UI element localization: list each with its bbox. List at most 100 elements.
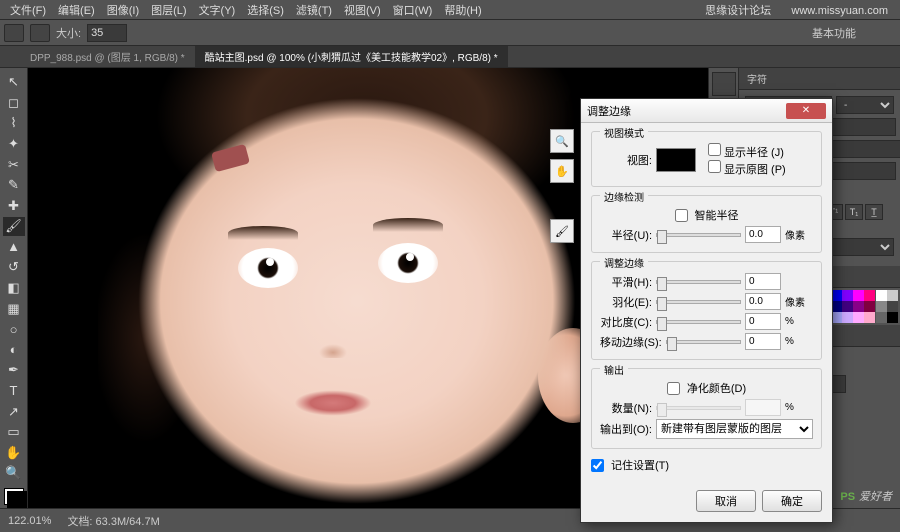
feather-input[interactable] (745, 293, 781, 310)
output-to-label: 输出到(O): (600, 421, 652, 437)
dialog-close-button[interactable]: ✕ (786, 103, 826, 119)
shape-tool-icon[interactable]: ▭ (3, 423, 25, 442)
menu-file[interactable]: 文件(F) (4, 2, 52, 18)
feather-label: 羽化(E): (600, 294, 652, 310)
decon-checkbox[interactable] (667, 382, 680, 395)
feather-slider[interactable] (656, 300, 741, 304)
smooth-input[interactable] (745, 273, 781, 290)
history-brush-icon[interactable]: ↺ (3, 258, 25, 277)
output-to-select[interactable]: 新建带有图层蒙版的图层 (656, 419, 813, 439)
zoom-tool-icon[interactable]: 🔍 (3, 464, 25, 483)
refine-edge-dialog: 🔍 ✋ 🖌 调整边缘 ✕ 视图模式 视图: 显示半径 (J) 显示原图 (P) … (580, 98, 833, 523)
brush-tool-icon[interactable]: 🖌 (3, 217, 25, 236)
heal-tool-icon[interactable]: ✚ (3, 196, 25, 215)
document-tabs: DPP_988.psd @ (图层 1, RGB/8) * 酷站主图.psd @… (0, 46, 900, 68)
dodge-tool-icon[interactable]: ◐ (3, 341, 25, 360)
brush-preset-icon[interactable] (30, 24, 50, 42)
ok-button[interactable]: 确定 (762, 490, 822, 512)
menu-layer[interactable]: 图层(L) (145, 2, 192, 18)
contrast-input[interactable] (745, 313, 781, 330)
remember-label: 记住设置(T) (611, 457, 669, 473)
amount-input[interactable] (745, 399, 781, 416)
menu-image[interactable]: 图像(I) (101, 2, 145, 18)
menu-window[interactable]: 窗口(W) (387, 2, 439, 18)
wand-tool-icon[interactable]: ✦ (3, 135, 25, 154)
marquee-tool-icon[interactable]: ◻ (3, 94, 25, 113)
remember-checkbox[interactable] (591, 459, 604, 472)
workspace-label[interactable]: 基本功能 (812, 25, 856, 41)
shift-label: 移动边缘(S): (600, 334, 662, 350)
show-original-label: 显示原图 (P) (724, 164, 786, 176)
underline-icon[interactable]: T̲ (865, 204, 883, 220)
shift-unit: % (785, 336, 813, 347)
options-bar: 大小: 基本功能 (0, 20, 900, 46)
move-tool-icon[interactable]: ↖ (3, 73, 25, 92)
stamp-tool-icon[interactable]: ▲ (3, 238, 25, 257)
view-label: 视图: (600, 152, 652, 168)
font-style-select[interactable]: - (836, 96, 894, 114)
adjust-edge-legend: 调整边缘 (600, 255, 648, 270)
menu-select[interactable]: 选择(S) (241, 2, 290, 18)
smart-radius-label: 智能半径 (695, 207, 739, 223)
smart-radius-checkbox[interactable] (675, 209, 688, 222)
dialog-hand-icon[interactable]: ✋ (550, 159, 574, 183)
menu-filter[interactable]: 滤镜(T) (290, 2, 338, 18)
character-panel-tab[interactable]: 字符 (739, 68, 900, 90)
hand-tool-icon[interactable]: ✋ (3, 443, 25, 462)
bg-color-swatch[interactable] (7, 491, 27, 508)
radius-unit: 像素 (785, 227, 813, 242)
decon-label: 净化颜色(D) (687, 380, 746, 396)
smooth-label: 平滑(H): (600, 274, 652, 290)
doc-size: 文档: 63.3M/64.7M (67, 513, 159, 529)
eraser-tool-icon[interactable]: ◧ (3, 279, 25, 298)
contrast-slider[interactable] (656, 320, 741, 324)
pen-tool-icon[interactable]: ✒ (3, 361, 25, 380)
type-tool-icon[interactable]: T (3, 382, 25, 401)
show-original-checkbox[interactable] (708, 160, 721, 173)
watermark-top: 思缘设计论坛 www.missyuan.com (699, 2, 894, 18)
zoom-level[interactable]: 122.01% (8, 515, 51, 527)
radius-label: 半径(U): (600, 227, 652, 243)
path-tool-icon[interactable]: ↗ (3, 402, 25, 421)
doc-tab-1[interactable]: DPP_988.psd @ (图层 1, RGB/8) * (20, 46, 195, 67)
feather-unit: 像素 (785, 294, 813, 309)
amount-slider[interactable] (656, 406, 741, 410)
menu-type[interactable]: 文字(Y) (193, 2, 242, 18)
size-label: 大小: (56, 25, 81, 41)
shift-slider[interactable] (666, 340, 741, 344)
blur-tool-icon[interactable]: ○ (3, 320, 25, 339)
menu-help[interactable]: 帮助(H) (438, 2, 487, 18)
contrast-label: 对比度(C): (600, 314, 652, 330)
view-mode-legend: 视图模式 (600, 125, 648, 140)
dialog-zoom-icon[interactable]: 🔍 (550, 129, 574, 153)
radius-input[interactable] (745, 226, 781, 243)
shift-input[interactable] (745, 333, 781, 350)
output-legend: 输出 (600, 362, 628, 377)
contrast-unit: % (785, 316, 813, 327)
dialog-brush-icon[interactable]: 🖌 (550, 219, 574, 243)
tool-preset-icon[interactable] (4, 24, 24, 42)
crop-tool-icon[interactable]: ✂ (3, 155, 25, 174)
radius-slider[interactable] (656, 233, 741, 237)
show-radius-label: 显示半径 (J) (724, 147, 784, 159)
menu-view[interactable]: 视图(V) (338, 2, 387, 18)
view-thumb[interactable] (656, 148, 696, 172)
doc-tab-2[interactable]: 酷站主图.psd @ 100% (小刺猬瓜过《美工技能教学02》, RGB/8)… (195, 46, 508, 67)
watermark: PS 爱好者 (840, 487, 892, 504)
eyedropper-tool-icon[interactable]: ✎ (3, 176, 25, 195)
history-panel-icon[interactable] (712, 72, 736, 96)
menu-bar: 文件(F) 编辑(E) 图像(I) 图层(L) 文字(Y) 选择(S) 滤镜(T… (0, 0, 900, 20)
edge-detect-legend: 边缘检测 (600, 189, 648, 204)
menu-edit[interactable]: 编辑(E) (52, 2, 101, 18)
dialog-title: 调整边缘 (587, 103, 631, 119)
show-radius-checkbox[interactable] (708, 143, 721, 156)
gradient-tool-icon[interactable]: ▦ (3, 299, 25, 318)
amount-label: 数量(N): (600, 400, 652, 416)
sub-icon[interactable]: T₁ (845, 204, 863, 220)
cancel-button[interactable]: 取消 (696, 490, 756, 512)
amount-unit: % (785, 402, 813, 413)
brush-size-input[interactable] (87, 24, 127, 42)
smooth-slider[interactable] (656, 280, 741, 284)
toolbox: ↖ ◻ ⌇ ✦ ✂ ✎ ✚ 🖌 ▲ ↺ ◧ ▦ ○ ◐ ✒ T ↗ ▭ ✋ 🔍 (0, 68, 28, 508)
lasso-tool-icon[interactable]: ⌇ (3, 114, 25, 133)
